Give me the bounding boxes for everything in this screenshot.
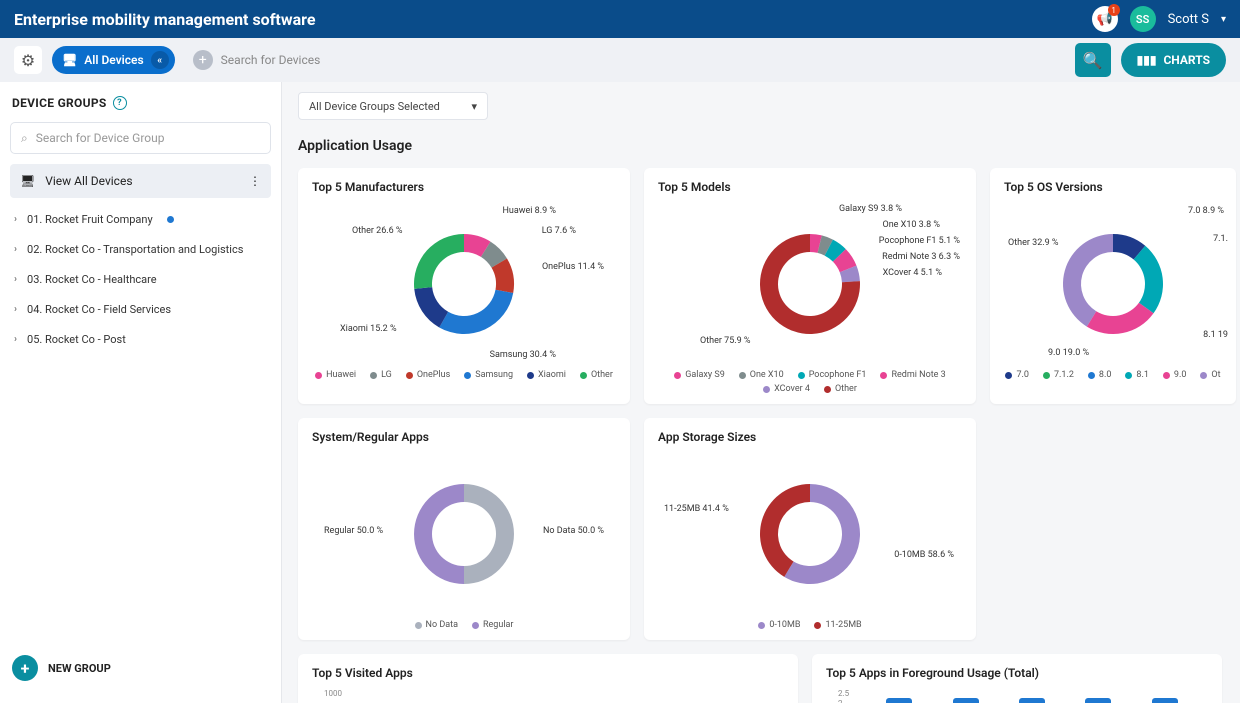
group-tree: ›01. Rocket Fruit Company›02. Rocket Co … [10, 204, 271, 354]
app-title: Enterprise mobility management software [14, 10, 316, 29]
search-icon: 🔍 [1083, 51, 1103, 70]
card-storage: App Storage Sizes 0-10MB 58.6 %11-25MB 4… [644, 418, 976, 640]
card-title: Top 5 Models [658, 180, 962, 194]
devices-icon: 🖥 [62, 53, 77, 67]
chevron-down-icon[interactable]: ▾ [1221, 14, 1226, 25]
sidebar-item[interactable]: ›05. Rocket Co - Post [10, 324, 271, 354]
card-title: System/Regular Apps [312, 430, 616, 444]
help-icon[interactable]: ? [113, 96, 127, 110]
sidebar-item[interactable]: ›01. Rocket Fruit Company [10, 204, 271, 234]
group-filter-dropdown[interactable]: All Device Groups Selected ▾ [298, 92, 488, 120]
section-title: Application Usage [298, 138, 1240, 154]
card-os: Top 5 OS Versions 7.0 8.9 %7.1.8.1 199.0… [990, 168, 1236, 404]
notif-badge: 1 [1108, 4, 1120, 16]
search-icon: ⌕ [21, 131, 28, 146]
chevron-right-icon: › [14, 274, 17, 285]
all-devices-label: All Devices [84, 53, 143, 67]
charts-grid: Top 5 Manufacturers Huawei 8.9 %LG 7.6 %… [298, 168, 1240, 703]
card-title: App Storage Sizes [658, 430, 962, 444]
plus-icon: + [12, 655, 38, 681]
avatar[interactable]: SS [1130, 6, 1156, 32]
collapse-icon[interactable]: « [151, 51, 169, 69]
chevron-right-icon: › [14, 334, 17, 345]
gear-icon: ⚙ [21, 51, 35, 70]
chevron-right-icon: › [14, 304, 17, 315]
view-all-devices[interactable]: 🖥 View All Devices ⋮ [10, 164, 271, 198]
card-manufacturers: Top 5 Manufacturers Huawei 8.9 %LG 7.6 %… [298, 168, 630, 404]
search-button[interactable]: 🔍 [1075, 43, 1111, 77]
settings-button[interactable]: ⚙ [14, 46, 42, 74]
group-search[interactable]: ⌕ Search for Device Group [10, 122, 271, 154]
sidebar-item[interactable]: ›03. Rocket Co - Healthcare [10, 264, 271, 294]
charts-button[interactable]: ▮▮▮ CHARTS [1121, 43, 1226, 77]
status-dot [167, 216, 174, 223]
sidebar-title: DEVICE GROUPS ? [10, 96, 271, 110]
add-icon[interactable]: + [193, 50, 213, 70]
user-name[interactable]: Scott S [1168, 12, 1209, 27]
search-placeholder: Search for Devices [221, 53, 321, 67]
card-title: Top 5 Manufacturers [312, 180, 616, 194]
chevron-right-icon: › [14, 214, 17, 225]
all-devices-pill[interactable]: 🖥 All Devices « [52, 46, 175, 74]
toolbar: ⚙ 🖥 All Devices « + Search for Devices 🔍… [0, 38, 1240, 82]
bar-chart-icon: ▮▮▮ [1137, 53, 1157, 67]
card-title: Top 5 OS Versions [1004, 180, 1222, 194]
main-content: All Device Groups Selected ▾ Application… [282, 82, 1240, 703]
devices-icon: 🖥 [20, 174, 35, 188]
announcements-button[interactable]: 📢 1 [1092, 6, 1118, 32]
new-group-button[interactable]: + NEW GROUP [10, 647, 271, 689]
charts-label: CHARTS [1163, 53, 1210, 67]
card-visited: Top 5 Visited Apps 7501000 [298, 654, 798, 703]
sidebar-item[interactable]: ›04. Rocket Co - Field Services [10, 294, 271, 324]
card-foreground: Top 5 Apps in Foreground Usage (Total) 2… [812, 654, 1222, 703]
card-title: Top 5 Apps in Foreground Usage (Total) [826, 666, 1208, 680]
card-title: Top 5 Visited Apps [312, 666, 784, 680]
card-models: Top 5 Models Galaxy S9 3.8 %One X10 3.8 … [644, 168, 976, 404]
chevron-right-icon: › [14, 244, 17, 255]
card-sysreg: System/Regular Apps Regular 50.0 %No Dat… [298, 418, 630, 640]
sidebar: DEVICE GROUPS ? ⌕ Search for Device Grou… [0, 82, 282, 703]
chevron-down-icon: ▾ [471, 100, 477, 113]
kebab-icon[interactable]: ⋮ [249, 174, 261, 188]
device-search[interactable]: + Search for Devices [185, 45, 1065, 75]
sidebar-item[interactable]: ›02. Rocket Co - Transportation and Logi… [10, 234, 271, 264]
app-header: Enterprise mobility management software … [0, 0, 1240, 38]
